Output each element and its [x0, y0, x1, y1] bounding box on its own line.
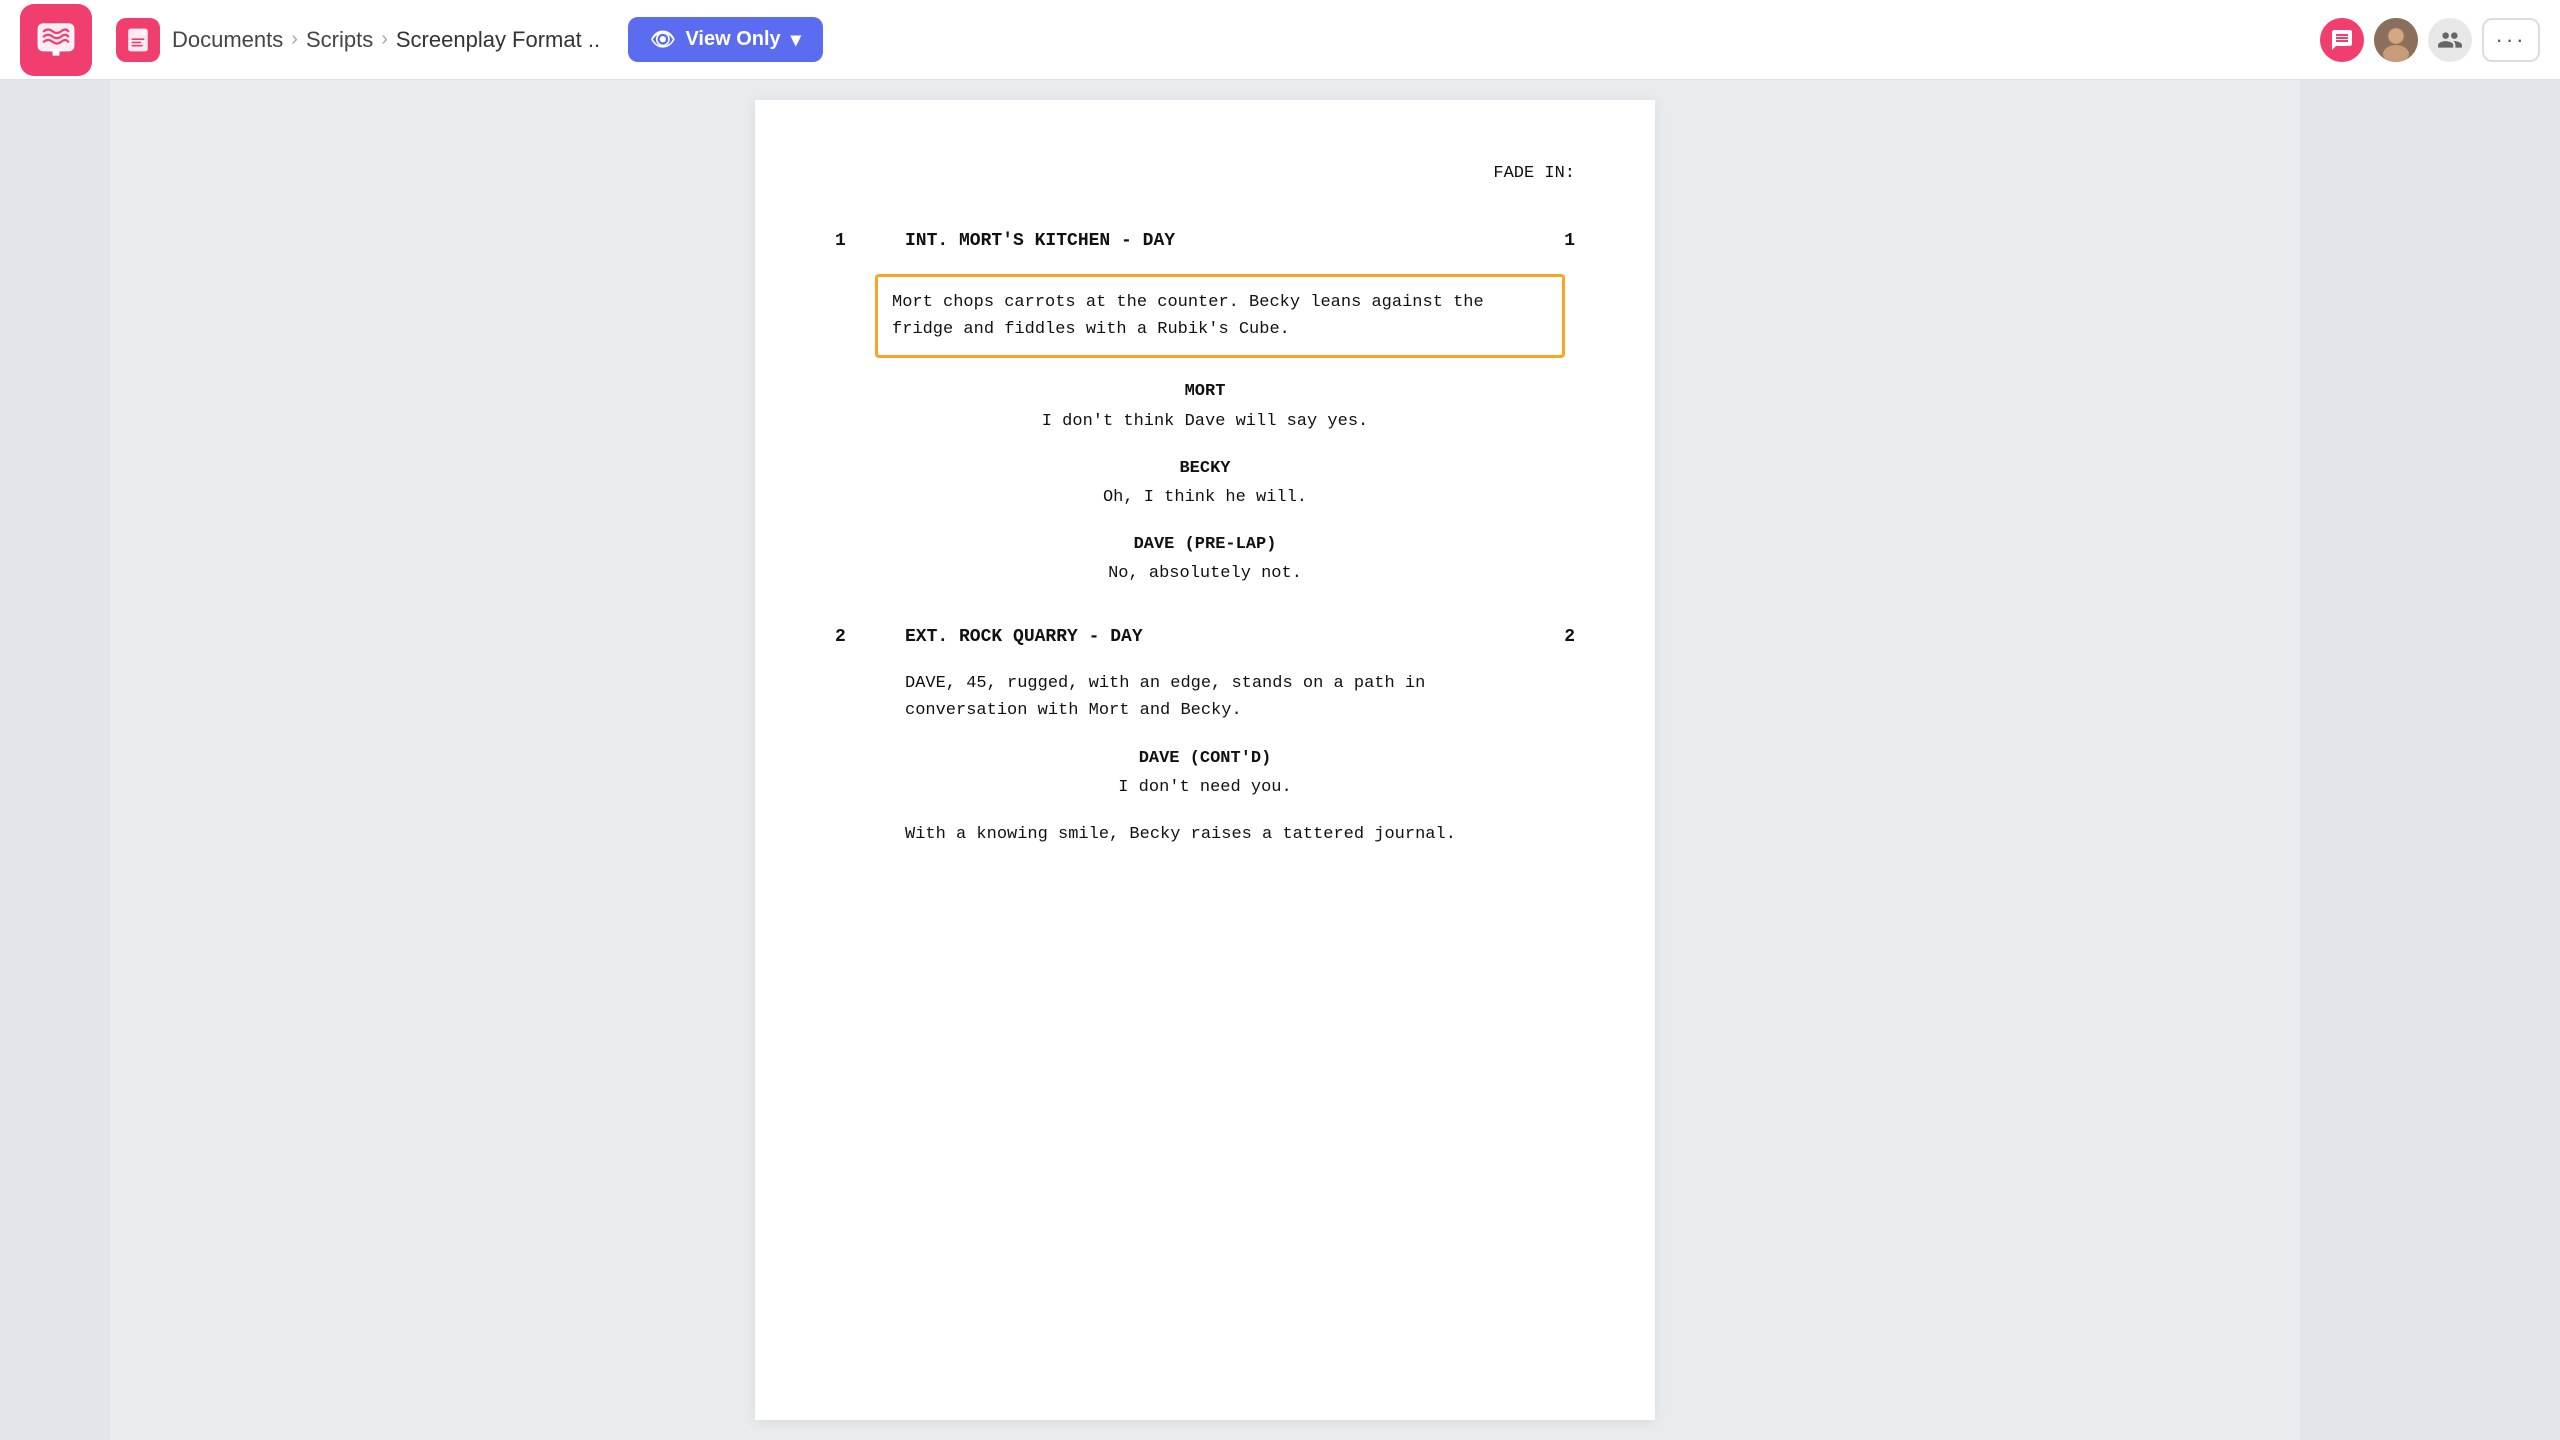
view-only-button[interactable]: 👁 View Only ▾: [628, 17, 823, 62]
dialogue-dave-contd: I don't need you.: [835, 774, 1575, 801]
scene-2-action-2-text: With a knowing smile, Becky raises a tat…: [905, 825, 1456, 844]
scene-1-heading: INT. MORT'S KITCHEN - DAY: [875, 227, 1535, 256]
app-logo-icon: [35, 19, 77, 61]
right-sidebar: [2300, 80, 2560, 1440]
scene-2-block: 2 EXT. ROCK QUARRY - DAY 2 DAVE, 45, rug…: [835, 623, 1575, 848]
scene-2-action-1: DAVE, 45, rugged, with an edge, stands o…: [835, 670, 1575, 724]
scene-1-number-right: 1: [1535, 227, 1575, 256]
doc-icon-svg: [125, 27, 151, 53]
document-icon: [116, 18, 160, 62]
scene-2-action-2: With a knowing smile, Becky raises a tat…: [835, 821, 1575, 848]
content-area: FADE IN: 1 INT. MORT'S KITCHEN - DAY 1 M…: [110, 80, 2300, 1440]
scene-2-heading-row: 2 EXT. ROCK QUARRY - DAY 2: [835, 623, 1575, 652]
topbar-right: ···: [2320, 18, 2540, 62]
scene-1-number-left: 1: [835, 227, 875, 256]
breadcrumb-scripts[interactable]: Scripts: [306, 27, 373, 53]
more-dots-icon: ···: [2496, 27, 2527, 53]
scene-2-heading: EXT. ROCK QUARRY - DAY: [875, 623, 1535, 652]
breadcrumb: Documents › Scripts › Screenplay Format …: [172, 27, 600, 53]
eye-icon: 👁: [650, 27, 675, 52]
dialogue-mort: I don't think Dave will say yes.: [835, 408, 1575, 435]
dialogue-becky: Oh, I think he will.: [835, 484, 1575, 511]
scene-2-number-left: 2: [835, 623, 875, 652]
avatar-users[interactable]: [2428, 18, 2472, 62]
scene-1-heading-row: 1 INT. MORT'S KITCHEN - DAY 1: [835, 227, 1575, 256]
script-page: FADE IN: 1 INT. MORT'S KITCHEN - DAY 1 M…: [755, 100, 1655, 1420]
users-icon: [2437, 27, 2463, 53]
character-becky: BECKY: [835, 455, 1575, 482]
more-options-button[interactable]: ···: [2482, 18, 2540, 62]
main-area: FADE IN: 1 INT. MORT'S KITCHEN - DAY 1 M…: [0, 80, 2560, 1440]
fade-in: FADE IN:: [835, 160, 1575, 187]
left-sidebar: [0, 80, 110, 1440]
breadcrumb-sep-1: ›: [291, 28, 298, 51]
character-dave-prelap: DAVE (PRE-LAP): [835, 531, 1575, 558]
scene-1-action-highlighted: Mort chops carrots at the counter. Becky…: [875, 274, 1565, 358]
topbar: Documents › Scripts › Screenplay Format …: [0, 0, 2560, 80]
chevron-down-icon: ▾: [791, 27, 801, 52]
scene-2-number-right: 2: [1535, 623, 1575, 652]
breadcrumb-current: Screenplay Format ..: [396, 27, 600, 53]
avatar-photo[interactable]: [2374, 18, 2418, 62]
dialogue-dave-prelap: No, absolutely not.: [835, 560, 1575, 587]
character-mort: MORT: [835, 378, 1575, 405]
view-only-label: View Only: [685, 28, 780, 51]
scene-1-action-text: Mort chops carrots at the counter. Becky…: [892, 293, 1484, 339]
user-avatar-svg: [2374, 18, 2418, 62]
breadcrumb-documents[interactable]: Documents: [172, 27, 283, 53]
fade-in-text: FADE IN:: [1493, 164, 1575, 183]
breadcrumb-sep-2: ›: [381, 28, 388, 51]
app-logo: [20, 4, 92, 76]
scene-2-action-text: DAVE, 45, rugged, with an edge, stands o…: [905, 674, 1425, 720]
avatar-pink[interactable]: [2320, 18, 2364, 62]
chat-icon: [2330, 28, 2354, 52]
character-dave-contd: DAVE (CONT'D): [835, 745, 1575, 772]
scene-1-block: 1 INT. MORT'S KITCHEN - DAY 1 Mort chops…: [835, 227, 1575, 587]
